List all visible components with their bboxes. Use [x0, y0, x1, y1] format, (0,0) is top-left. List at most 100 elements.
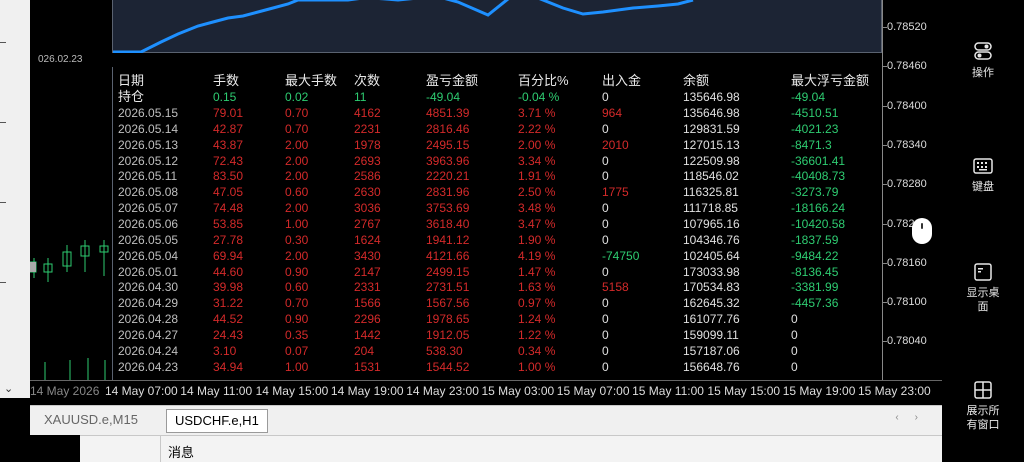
table-header-row: 日期 手数 最大手数 次数 盈亏金额 百分比% 出入金 余额 最大浮亏金额	[113, 74, 883, 88]
cell-date: 2026.05.01	[118, 264, 179, 279]
left-tick	[0, 122, 6, 123]
cell-percent: 4.19 %	[518, 248, 556, 263]
cell-count: 2586	[354, 169, 381, 184]
cell-date: 2026.04.30	[118, 280, 179, 295]
cell-deposit: 0	[602, 169, 609, 184]
toolbox-divider	[160, 436, 161, 462]
cell-date: 2026.05.11	[118, 169, 178, 184]
holding-deposit: 0	[602, 90, 609, 104]
cell-max-lots: 1.00	[285, 216, 309, 231]
cell-deposit: 0	[602, 312, 609, 327]
sidebar-item-all-windows[interactable]: 展示所有窗口	[942, 380, 1024, 432]
cell-count: 1442	[354, 327, 381, 342]
table-row: 2026.05.05 27.78 0.30 1624 1941.12 1.90 % 0 104…	[113, 233, 883, 247]
cell-lots: 31.22	[213, 296, 244, 311]
cell-percent: 1.00 %	[518, 359, 556, 374]
cell-max-drawdown: -3273.79	[791, 185, 839, 200]
col-percent-header: 百分比%	[518, 73, 569, 88]
cell-deposit: 0	[602, 201, 609, 216]
chart-area[interactable]: 026.02.23 日期 手数 最大手数 次数 盈亏金额 百分比% 出入金 余额…	[30, 0, 942, 399]
cell-balance: 159099.11	[683, 327, 739, 342]
cell-pnl: 2831.96	[426, 185, 470, 200]
cell-max-drawdown: -4457.36	[791, 296, 839, 311]
cell-pnl: 3753.69	[426, 201, 470, 216]
cell-max-drawdown: -8136.45	[791, 264, 839, 279]
cell-max-drawdown: -3381.99	[791, 280, 839, 295]
cell-balance: 116325.81	[683, 185, 739, 200]
cell-lots: 83.50	[213, 169, 244, 184]
sidebar-item-show-desktop[interactable]: 显示桌面	[942, 262, 1024, 314]
price-label: 0.78400	[887, 99, 927, 112]
tab-xauusd[interactable]: XAUUSD.e,M15	[36, 409, 146, 431]
time-label: 14 May 07:00	[105, 384, 178, 398]
time-label: 14 May 11:00	[180, 384, 253, 398]
tab-usdchf[interactable]: USDCHF.e,H1	[166, 409, 268, 433]
cell-pnl: 2499.15	[426, 264, 470, 279]
cell-lots: 72.43	[213, 153, 244, 168]
cell-max-drawdown: -40408.73	[791, 169, 846, 184]
cell-pnl: 1544.52	[426, 359, 470, 374]
cell-max-lots: 0.07	[285, 343, 309, 358]
col-date-header: 日期	[118, 73, 145, 88]
equity-curve	[113, 0, 694, 53]
cell-deposit: 0	[602, 327, 609, 342]
cell-max-lots: 0.70	[285, 121, 309, 136]
tab-scroll-arrows-icon[interactable]: ‹›	[895, 412, 934, 423]
cell-deposit: 1775	[602, 185, 629, 200]
col-pnl-header: 盈亏金额	[426, 73, 479, 88]
cell-max-drawdown: 0	[791, 327, 798, 342]
cell-max-drawdown: -1837.59	[791, 232, 839, 247]
time-label: 15 May 07:00	[556, 384, 630, 398]
toolbox-messages-label[interactable]: 消息	[168, 442, 194, 461]
cell-date: 2026.05.15	[118, 106, 179, 120]
cell-max-drawdown: 0	[791, 312, 798, 327]
windows-grid-icon	[974, 381, 992, 399]
cell-deposit: -74750	[602, 248, 640, 263]
sidebar-item-keyboard[interactable]: 键盘	[942, 156, 1024, 194]
time-label: 14 May 2026	[30, 384, 100, 398]
cell-count: 2693	[354, 153, 381, 168]
holding-balance: 135646.98	[683, 90, 740, 104]
cell-percent: 1.47 %	[518, 264, 556, 279]
table-row: 2026.04.27 24.43 0.35 1442 1912.05 1.22 % 0 159…	[113, 328, 883, 342]
cell-date: 2026.05.06	[118, 216, 179, 231]
cell-percent: 1.90 %	[518, 232, 556, 247]
cell-max-lots: 0.90	[285, 312, 309, 327]
price-label: 0.78460	[887, 60, 927, 73]
cell-count: 2296	[354, 312, 381, 327]
time-label: 15 May 11:00	[632, 384, 704, 398]
table-row: 2026.05.12 72.43 2.00 2693 3963.96 3.34 % 0 122…	[113, 154, 883, 168]
cell-max-lots: 0.70	[285, 296, 309, 311]
cell-deposit: 0	[602, 264, 609, 279]
cell-percent: 1.22 %	[518, 327, 556, 342]
cell-max-lots: 0.60	[285, 185, 309, 200]
expand-chevron-icon[interactable]: ⌄	[4, 382, 13, 395]
equity-start-date: 026.02.23	[38, 54, 83, 65]
cell-percent: 0.34 %	[518, 343, 556, 358]
cell-pnl: 4851.39	[426, 106, 470, 120]
time-label: 14 May 23:00	[406, 384, 479, 398]
cell-lots: 3.10	[213, 343, 237, 358]
cell-date: 2026.05.07	[118, 201, 179, 216]
cell-pnl: 2816.46	[426, 121, 470, 136]
cell-max-lots: 0.30	[285, 232, 309, 247]
cell-date: 2026.04.23	[118, 359, 179, 374]
cell-percent: 2.50 %	[518, 185, 556, 200]
toggle-icon	[974, 42, 992, 60]
cell-count: 2767	[354, 216, 381, 231]
cell-percent: 0.97 %	[518, 296, 556, 311]
price-label: 0.78040	[887, 335, 927, 348]
cell-max-drawdown: 0	[791, 359, 798, 374]
cell-balance: 102405.64	[683, 248, 740, 263]
col-balance-header: 余额	[683, 73, 710, 88]
cell-pnl: 1978.65	[426, 312, 470, 327]
cell-pnl: 2495.15	[426, 137, 470, 152]
candle-body-gray	[30, 262, 36, 272]
cell-max-drawdown: -8471.3	[791, 137, 832, 152]
cell-lots: 43.87	[213, 137, 244, 152]
table-row: 2026.05.15 79.01 0.70 4162 4851.39 3.71 % 964 1…	[113, 106, 883, 120]
cell-count: 2630	[354, 185, 381, 200]
sidebar-label: 显示桌面	[966, 287, 1000, 313]
table-row: 2026.04.29 31.22 0.70 1566 1567.56 0.97 % 0 162…	[113, 296, 883, 310]
sidebar-item-operate[interactable]: 操作	[942, 40, 1024, 80]
